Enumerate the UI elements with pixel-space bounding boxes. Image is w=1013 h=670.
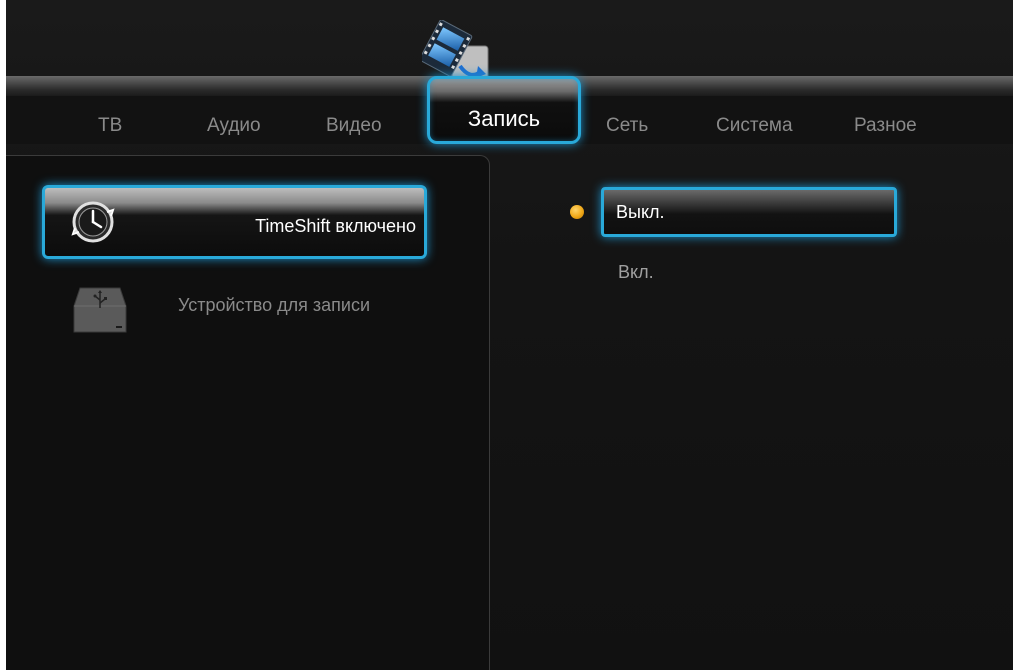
clock-icon [71,201,115,243]
tab-recording[interactable]: Запись [427,76,581,144]
tab-tv[interactable]: ТВ [98,115,122,137]
tab-network[interactable]: Сеть [606,115,648,137]
selected-indicator-icon [570,205,584,219]
option-on[interactable]: Вкл. [618,262,654,283]
tab-audio[interactable]: Аудио [207,115,261,137]
menu-item-recording-device[interactable]: Устройство для записи [42,272,427,342]
option-off[interactable]: Выкл. [601,187,897,237]
usb-drive-icon [73,287,127,333]
tab-video[interactable]: Видео [326,115,382,137]
menu-item-timeshift-label: TimeShift включено [255,216,416,236]
option-off-label: Выкл. [616,202,665,222]
settings-screen: ТВ Аудио Видео Запись Сеть Система Разно… [6,0,1013,670]
tab-misc[interactable]: Разное [854,115,917,137]
tab-system[interactable]: Система [716,115,793,137]
menu-item-timeshift[interactable]: TimeShift включено [42,185,427,259]
tab-recording-label: Запись [467,106,541,131]
menu-item-recording-device-label: Устройство для записи [178,295,371,315]
